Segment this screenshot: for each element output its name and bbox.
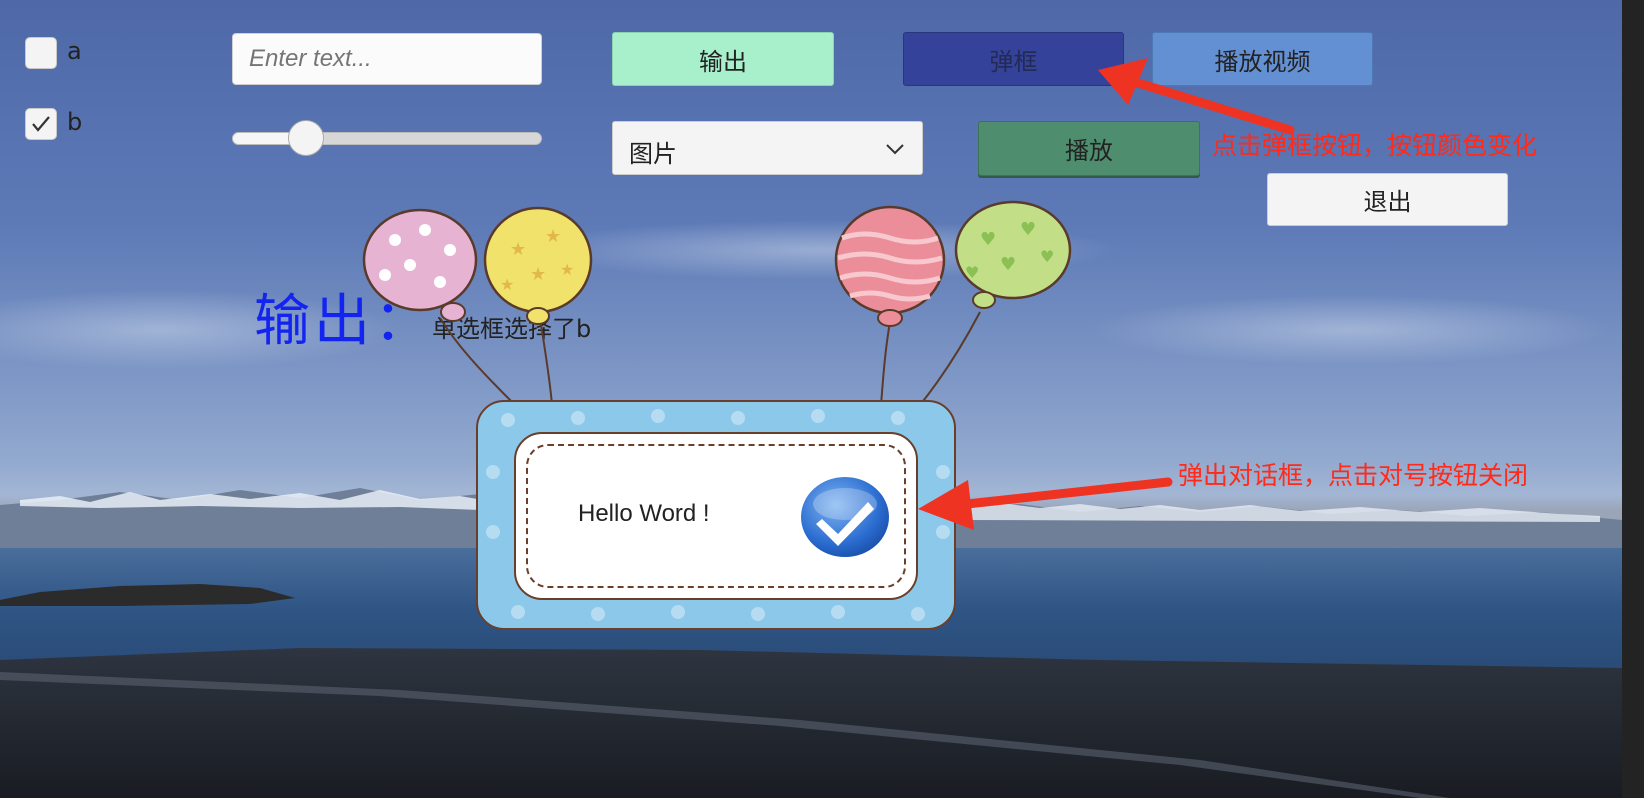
arrow-to-dialog-icon xyxy=(918,477,1173,530)
window-edge xyxy=(1622,0,1644,798)
app-viewport: a b 输出 弹框 播放视频 图片 播放 退出 输出： 单选框选择了b xyxy=(0,0,1622,798)
popup-annotation: 点击弹框按钮，按钮颜色变化 xyxy=(1212,131,1538,160)
dialog-annotation: 弹出对话框，点击对号按钮关闭 xyxy=(1178,461,1529,490)
annotation-arrows xyxy=(918,58,1295,530)
arrow-to-popup-icon xyxy=(1098,58,1295,135)
